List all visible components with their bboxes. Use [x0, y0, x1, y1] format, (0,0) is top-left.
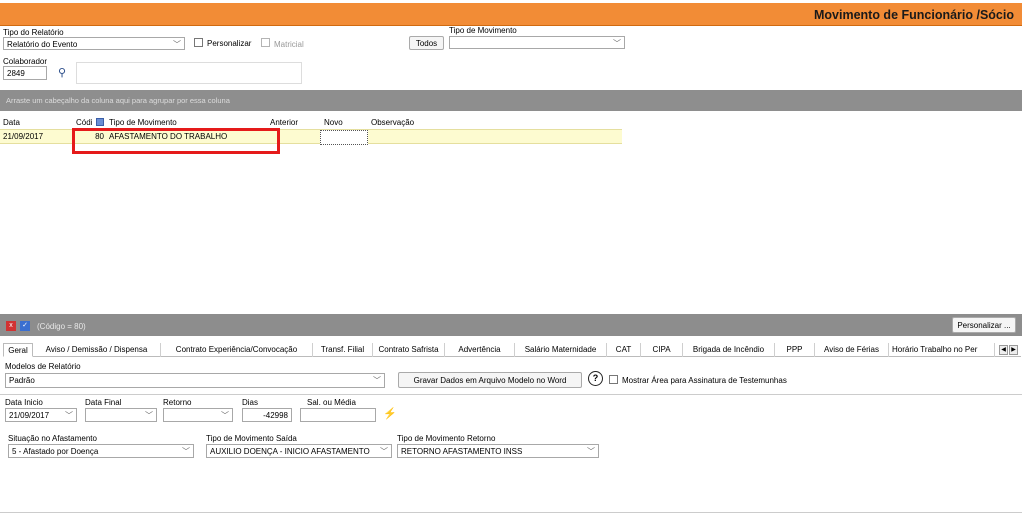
matricial-label: Matricial — [274, 40, 304, 49]
tipo-movimento-select[interactable]: ﹀ — [449, 36, 625, 49]
detail-tabs: Geral Aviso / Demissão / Dispensa Contra… — [3, 343, 1021, 357]
sal-media-field[interactable] — [300, 408, 376, 422]
dias-label: Dias — [242, 398, 259, 407]
modelos-label: Modelos de Relatório — [5, 362, 81, 371]
cell-novo-editor[interactable] — [320, 130, 368, 145]
mov-saida-select[interactable]: AUXILIO DOENÇA - INICIO AFASTAMENTO ﹀ — [206, 444, 392, 458]
tab-ppp[interactable]: PPP — [775, 343, 815, 357]
situacao-select[interactable]: 5 - Afastado por Doença ﹀ — [8, 444, 194, 458]
situacao-label: Situação no Afastamento — [8, 434, 97, 443]
colaborador-input[interactable]: 2849 — [3, 66, 47, 80]
tab-advertencia[interactable]: Advertência — [445, 343, 515, 357]
colaborador-name-field — [76, 62, 302, 84]
tab-transf-filial[interactable]: Transf. Filial — [313, 343, 373, 357]
col-header-data[interactable]: Data — [3, 118, 20, 127]
mostrar-area-checkbox[interactable] — [609, 375, 618, 385]
modelos-value: Padrão — [9, 376, 35, 385]
modelos-select[interactable]: Padrão ﹀ — [5, 373, 385, 388]
tab-geral[interactable]: Geral — [3, 343, 33, 357]
retorno-label: Retorno — [163, 398, 192, 407]
personalizar-button[interactable]: Personalizar ... — [952, 317, 1016, 333]
filter-text: (Código = 80) — [37, 322, 86, 331]
help-icon[interactable]: ? — [588, 371, 603, 386]
col-header-tipo[interactable]: Tipo de Movimento — [109, 118, 177, 127]
filter-enabled-checkbox[interactable]: ✓ — [20, 321, 30, 331]
chevron-down-icon: ﹀ — [145, 411, 153, 420]
chevron-down-icon: ﹀ — [65, 411, 73, 420]
data-final-label: Data Final — [85, 398, 122, 407]
matricial-checkbox[interactable] — [261, 38, 270, 48]
todos-button[interactable]: Todos — [409, 36, 444, 50]
tab-brigada-incendio[interactable]: Brigada de Incêndio — [683, 343, 775, 357]
filter-bar: x ✓ (Código = 80) Personalizar ... — [0, 314, 1022, 336]
page-title: Movimento de Funcionário /Sócio — [813, 8, 1014, 22]
data-final-field[interactable]: ﹀ — [85, 408, 157, 422]
personalizar-label: Personalizar — [207, 39, 252, 48]
colaborador-label: Colaborador — [3, 57, 48, 66]
mostrar-area-label: Mostrar Área para Assinatura de Testemun… — [622, 376, 787, 385]
chevron-down-icon: ﹀ — [380, 447, 388, 456]
group-by-band[interactable]: Arraste um cabeçalho da coluna aqui para… — [0, 90, 1022, 111]
chevron-down-icon: ﹀ — [182, 447, 190, 456]
chevron-down-icon: ﹀ — [613, 39, 621, 48]
col-header-novo[interactable]: Novo — [324, 118, 343, 127]
tipo-relatorio-value: Relatório do Evento — [7, 40, 78, 49]
chevron-left-icon[interactable]: ◀ — [999, 345, 1008, 355]
tab-contrato-experiencia[interactable]: Contrato Experiência/Convocação — [161, 343, 313, 357]
tipo-relatorio-select[interactable]: Relatório do Evento ﹀ — [3, 37, 185, 50]
chevron-down-icon: ﹀ — [373, 376, 381, 385]
chevron-down-icon: ﹀ — [173, 40, 181, 49]
mov-retorno-select[interactable]: RETORNO AFASTAMENTO INSS ﹀ — [397, 444, 599, 458]
col-header-anterior[interactable]: Anterior — [270, 118, 298, 127]
mov-retorno-label: Tipo de Movimento Retorno — [397, 434, 496, 443]
bottom-divider — [0, 512, 1022, 513]
tab-salario-maternidade[interactable]: Salário Maternidade — [515, 343, 607, 357]
close-filter-icon[interactable]: x — [6, 321, 16, 331]
gravar-word-button[interactable]: Gravar Dados em Arquivo Modelo no Word — [398, 372, 582, 388]
col-header-observacao[interactable]: Observação — [371, 118, 414, 127]
mov-saida-label: Tipo de Movimento Saída — [206, 434, 297, 443]
binoculars-icon[interactable]: ⚲ — [58, 66, 66, 79]
personalizar-checkbox[interactable] — [194, 38, 203, 48]
tab-horario-trabalho[interactable]: Horário Trabalho no Per — [889, 343, 995, 357]
tab-aviso-demissao[interactable]: Aviso / Demissão / Dispensa — [33, 343, 161, 357]
cell-data: 21/09/2017 — [3, 132, 44, 141]
group-hint: Arraste um cabeçalho da coluna aqui para… — [6, 96, 230, 105]
data-inicio-field[interactable]: 21/09/2017 ﹀ — [5, 408, 77, 422]
tab-aviso-ferias[interactable]: Aviso de Férias — [815, 343, 889, 357]
chevron-right-icon[interactable]: ▶ — [1009, 345, 1018, 355]
dias-field[interactable]: -42998 — [242, 408, 292, 422]
retorno-field[interactable]: ﹀ — [163, 408, 233, 422]
section-divider — [0, 394, 1022, 395]
tab-cat[interactable]: CAT — [607, 343, 641, 357]
filter-icon[interactable] — [96, 118, 104, 126]
chevron-down-icon: ﹀ — [587, 447, 595, 456]
highlight-box — [72, 128, 280, 154]
col-header-codigo[interactable]: Códi — [76, 118, 92, 127]
calculator-icon[interactable]: ⚡ — [383, 407, 397, 420]
tab-contrato-safrista[interactable]: Contrato Safrista — [373, 343, 445, 357]
tab-cipa[interactable]: CIPA — [641, 343, 683, 357]
sal-media-label: Sal. ou Média — [307, 398, 356, 407]
chevron-down-icon: ﹀ — [221, 411, 229, 420]
tipo-movimento-label: Tipo de Movimento — [449, 26, 517, 35]
title-bar: Movimento de Funcionário /Sócio — [0, 3, 1022, 26]
data-inicio-label: Data Inicio — [5, 398, 43, 407]
tipo-relatorio-label: Tipo do Relatório — [3, 28, 64, 37]
